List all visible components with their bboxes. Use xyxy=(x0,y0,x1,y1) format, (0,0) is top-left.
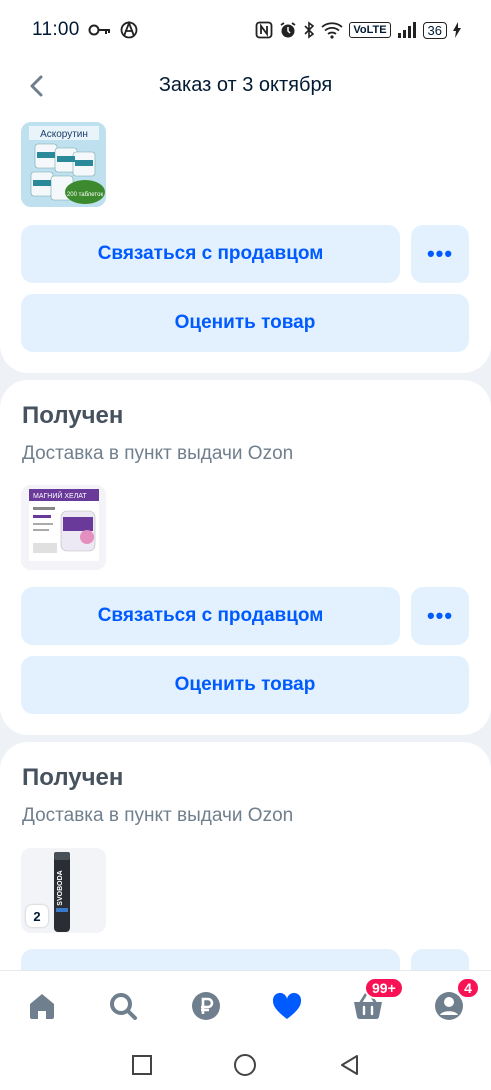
delivery-method: Доставка в пункт выдачи Ozon xyxy=(22,443,294,464)
search-icon xyxy=(110,993,137,1020)
nav-catalog[interactable] xyxy=(106,989,140,1023)
quantity-badge: 2 xyxy=(26,905,48,927)
rate-product-label: Оценить товар xyxy=(174,312,316,333)
nav-favorites[interactable] xyxy=(270,989,304,1023)
nav-finance[interactable] xyxy=(189,989,223,1023)
more-options-button[interactable]: ••• xyxy=(411,225,469,283)
signal-icon xyxy=(397,22,416,38)
product-image-label: Аскорутин xyxy=(40,129,88,140)
bottom-navigation: 99+ 4 xyxy=(0,970,491,1040)
charging-icon xyxy=(453,22,461,38)
order-item-card: Аскорутин 200 таблеток Связаться с прода… xyxy=(0,100,491,373)
order-item-card: Получен Доставка в пункт выдачи Ozon SVO… xyxy=(0,742,491,1007)
contact-seller-label: Связаться с продавцом xyxy=(97,605,324,626)
triangle-back-icon xyxy=(341,1055,358,1075)
volte-indicator: VoLTE xyxy=(349,22,391,38)
more-icon: ••• xyxy=(426,603,454,628)
back-system-button[interactable] xyxy=(337,1052,363,1078)
heart-icon xyxy=(272,992,302,1019)
circle-icon xyxy=(234,1054,256,1076)
nfc-icon xyxy=(255,21,273,39)
ruble-icon xyxy=(192,992,220,1020)
rate-product-label: Оценить товар xyxy=(174,674,316,695)
anarchy-icon xyxy=(120,21,138,39)
status-bar: 11:00 VoLTE 36 xyxy=(0,0,491,60)
battery-indicator: 36 xyxy=(422,21,447,39)
delivery-method: Доставка в пункт выдачи Ozon xyxy=(22,805,294,826)
product-image[interactable]: МАГНИЙ ХЕЛАТ xyxy=(21,485,106,570)
contact-seller-button[interactable]: Связаться с продавцом xyxy=(21,225,400,283)
contact-seller-label: Связаться с продавцом xyxy=(97,243,324,264)
cart-badge: 99+ xyxy=(364,977,404,999)
rate-product-button[interactable]: Оценить товар xyxy=(21,294,469,352)
key-icon xyxy=(88,24,110,36)
more-icon: ••• xyxy=(426,241,454,266)
product-image-magnesium: МАГНИЙ ХЕЛАТ xyxy=(21,485,106,570)
contact-seller-button[interactable]: Связаться с продавцом xyxy=(21,587,400,645)
page-title: Заказ от 3 октября xyxy=(158,74,333,96)
order-item-card: Получен Доставка в пункт выдачи Ozon МАГ… xyxy=(0,380,491,735)
bluetooth-icon xyxy=(304,21,315,39)
square-icon xyxy=(132,1055,152,1075)
alarm-icon xyxy=(280,22,296,38)
product-image[interactable]: Аскорутин 200 таблеток xyxy=(21,122,106,207)
wifi-icon xyxy=(321,22,343,39)
system-navigation xyxy=(0,1040,491,1090)
order-status: Получен xyxy=(22,764,124,791)
rate-product-button[interactable]: Оценить товар xyxy=(21,656,469,714)
order-status: Получен xyxy=(22,402,124,429)
product-image-sublabel: 200 таблеток xyxy=(67,192,104,198)
home-icon xyxy=(30,994,54,1019)
home-system-button[interactable] xyxy=(232,1052,258,1078)
status-time: 11:00 xyxy=(32,19,80,40)
product-image-label: МАГНИЙ ХЕЛАТ xyxy=(33,491,87,500)
nav-home[interactable] xyxy=(25,989,59,1023)
recents-button[interactable] xyxy=(129,1052,155,1078)
product-image-askorutin: Аскорутин 200 таблеток xyxy=(21,122,106,207)
more-options-button[interactable]: ••• xyxy=(411,587,469,645)
profile-badge: 4 xyxy=(456,977,480,999)
product-image-label: SVOBODA xyxy=(57,870,64,905)
